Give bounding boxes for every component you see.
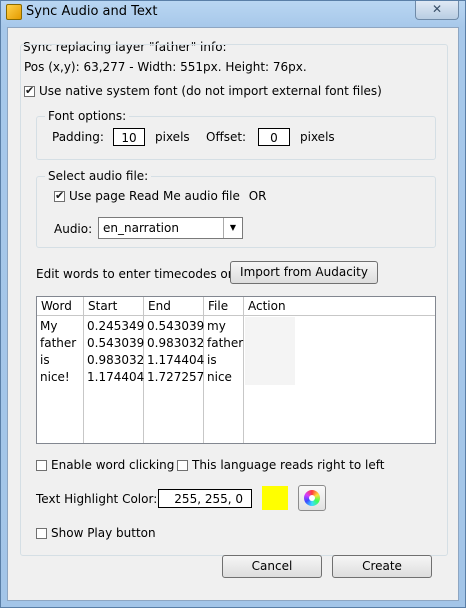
- action-cell-area: [245, 317, 295, 385]
- color-picker-button[interactable]: [298, 485, 326, 511]
- table-cell[interactable]: 1.174404: [144, 352, 204, 369]
- font-options-legend: Font options:: [45, 109, 130, 123]
- timecode-table[interactable]: Word Start End File Action My 0.245349 0…: [36, 296, 436, 444]
- table-cell[interactable]: 0.543039: [84, 335, 144, 352]
- dialog-body: Sync replacing layer "father" info: Pos …: [7, 27, 459, 601]
- readme-audio-label: Use page Read Me audio file: [69, 189, 240, 203]
- word-clicking-label: Enable word clicking: [51, 458, 175, 472]
- word-clicking-option[interactable]: Enable word clicking: [36, 458, 174, 472]
- table-cell[interactable]: 0.245349: [84, 318, 144, 335]
- table-cell[interactable]: nice: [204, 369, 232, 386]
- table-cell[interactable]: My: [37, 318, 57, 335]
- table-cell[interactable]: is: [37, 352, 50, 369]
- audio-select[interactable]: en_narration ▼: [98, 217, 243, 239]
- column-header-file[interactable]: File: [204, 297, 244, 316]
- readme-audio-option[interactable]: Use page Read Me audio file OR: [54, 189, 267, 203]
- offset-label: Offset:: [206, 130, 247, 144]
- title-bar: Sync Audio and Text ✕: [1, 1, 465, 25]
- padding-label: Padding:: [52, 130, 104, 144]
- chevron-down-icon[interactable]: ▼: [223, 218, 242, 238]
- edit-words-label: Edit words to enter timecodes or: [36, 267, 233, 281]
- table-cell[interactable]: 0.543039: [144, 318, 204, 335]
- cancel-button[interactable]: Cancel: [222, 555, 322, 578]
- padding-unit: pixels: [155, 130, 190, 144]
- dialog-window: Sync Audio and Text ✕ Sync replacing lay…: [0, 0, 466, 608]
- table-cell[interactable]: 1.727257: [144, 369, 204, 386]
- table-cell[interactable]: father: [37, 335, 76, 352]
- rtl-label: This language reads right to left: [192, 458, 385, 472]
- table-cell[interactable]: 0.983032: [84, 352, 144, 369]
- audio-label: Audio:: [54, 222, 93, 236]
- rtl-option[interactable]: This language reads right to left: [177, 458, 384, 472]
- show-play-option[interactable]: Show Play button: [36, 526, 156, 540]
- offset-input[interactable]: 0: [258, 128, 290, 146]
- show-play-checkbox[interactable]: [36, 528, 47, 539]
- window-title: Sync Audio and Text: [26, 4, 158, 19]
- create-button[interactable]: Create: [332, 555, 432, 578]
- offset-unit: pixels: [300, 130, 335, 144]
- audio-select-value: en_narration: [103, 221, 179, 235]
- table-cell[interactable]: father: [204, 335, 243, 352]
- table-cell[interactable]: nice!: [37, 369, 70, 386]
- table-cell[interactable]: is: [204, 352, 217, 369]
- highlight-color-label: Text Highlight Color:: [36, 492, 158, 506]
- padding-input[interactable]: 10: [113, 128, 145, 146]
- highlight-color-swatch[interactable]: [262, 486, 288, 510]
- color-wheel-icon: [304, 490, 320, 506]
- close-icon[interactable]: ✕: [415, 1, 459, 20]
- app-icon: [6, 4, 22, 20]
- audio-group-legend: Select audio file:: [45, 169, 152, 183]
- readme-audio-checkbox[interactable]: [54, 189, 65, 202]
- column-header-action[interactable]: Action: [244, 297, 435, 316]
- table-cell[interactable]: my: [204, 318, 226, 335]
- table-cell[interactable]: 1.174404: [84, 369, 144, 386]
- column-header-end[interactable]: End: [144, 297, 204, 316]
- column-header-word[interactable]: Word: [37, 297, 84, 316]
- import-audacity-button[interactable]: Import from Audacity: [230, 261, 378, 284]
- rtl-checkbox[interactable]: [177, 460, 188, 471]
- word-clicking-checkbox[interactable]: [36, 460, 47, 471]
- table-cell[interactable]: 0.983032: [144, 335, 204, 352]
- column-header-start[interactable]: Start: [84, 297, 144, 316]
- or-text: OR: [248, 189, 267, 203]
- show-play-label: Show Play button: [51, 526, 156, 540]
- highlight-color-input[interactable]: 255, 255, 0: [158, 489, 252, 508]
